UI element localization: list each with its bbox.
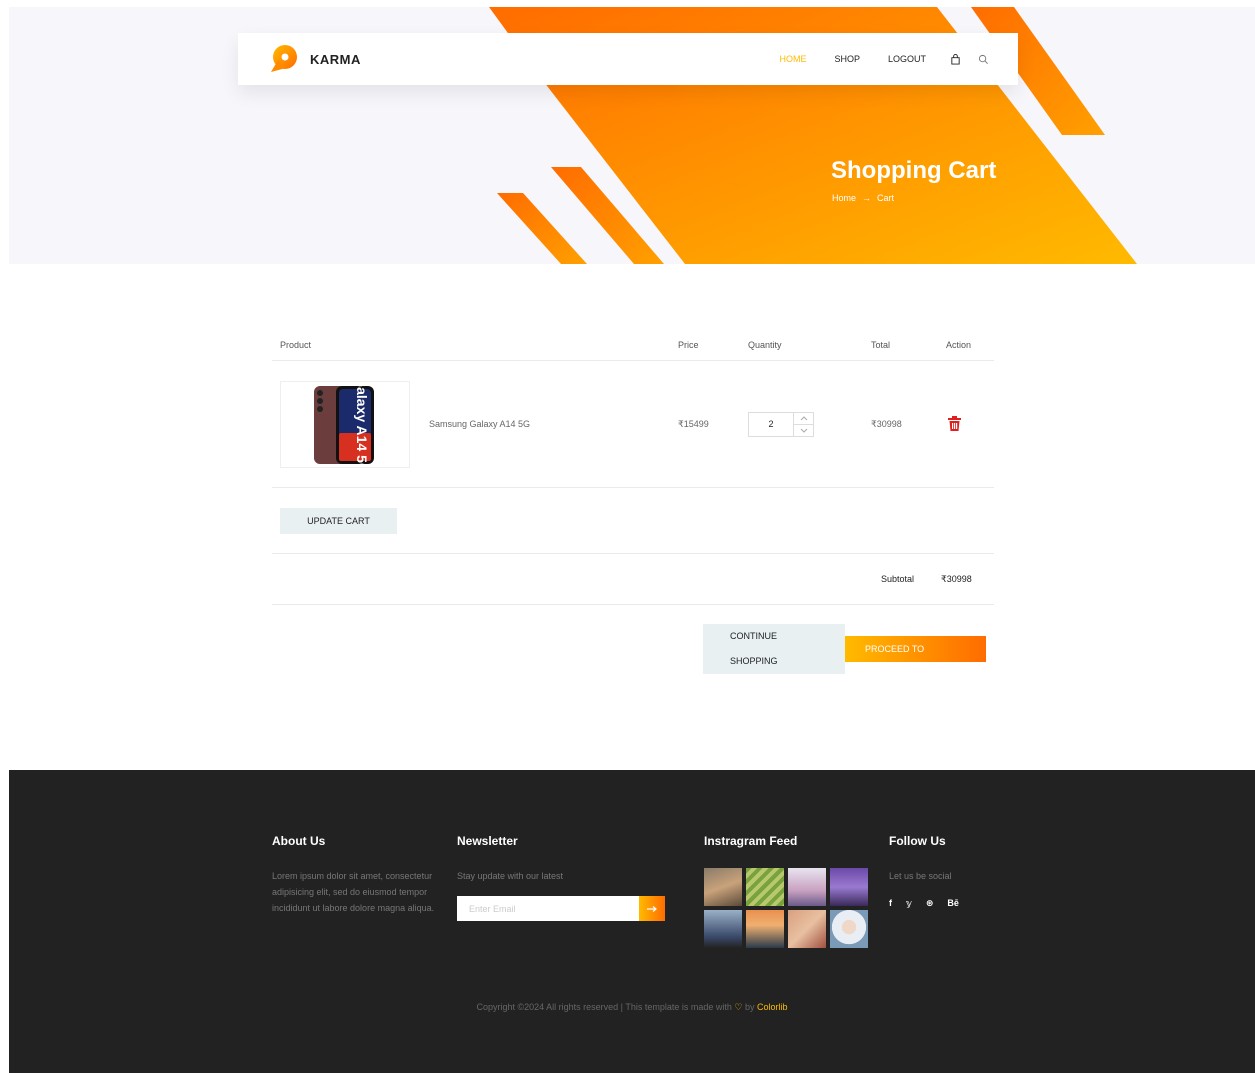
- trash-icon[interactable]: [948, 415, 961, 433]
- instagram-photo[interactable]: [704, 910, 742, 948]
- nav-icons: [948, 52, 990, 66]
- heart-icon: ♡: [734, 1002, 743, 1012]
- search-icon[interactable]: [976, 52, 990, 66]
- newsletter-text: Stay update with our latest: [457, 871, 564, 881]
- nav-logout[interactable]: LOGOUT: [888, 54, 926, 64]
- follow-title: Follow Us: [889, 834, 946, 848]
- instagram-title: Instragram Feed: [704, 834, 798, 848]
- instagram-photo[interactable]: [830, 868, 868, 906]
- brand-name: KARMA: [310, 51, 361, 67]
- behance-icon[interactable]: Bē: [947, 898, 959, 909]
- twitter-icon[interactable]: 𝕪: [906, 898, 912, 909]
- checkout-actions: CONTINUE SHOPPING PROCEED TO: [703, 624, 986, 674]
- product-name[interactable]: Samsung Galaxy A14 5G: [429, 419, 530, 429]
- footer-about: About Us Lorem ipsum dolor sit amet, con…: [272, 834, 442, 916]
- chevron-up-icon[interactable]: [794, 413, 813, 425]
- arrow-right-icon: [647, 905, 657, 912]
- update-cart-button[interactable]: UPDATE CART: [280, 507, 397, 534]
- dribbble-icon[interactable]: ⊛: [926, 898, 934, 909]
- footer-follow: Follow Us Let us be social f 𝕪 ⊛ Bē: [889, 834, 1029, 909]
- main-nav: HOME SHOP LOGOUT: [779, 52, 990, 66]
- continue-shopping-button[interactable]: CONTINUE SHOPPING: [703, 624, 845, 674]
- subscribe-button[interactable]: [639, 896, 665, 921]
- subtotal-row: Subtotal ₹30998: [272, 554, 994, 605]
- product-price: ₹15499: [678, 418, 709, 429]
- column-action: Action: [946, 340, 972, 350]
- column-total: Total: [871, 340, 891, 350]
- quantity-arrows: [793, 412, 813, 436]
- breadcrumb-home[interactable]: Home: [832, 193, 856, 203]
- copyright: Copyright ©2024 All rights reserved | Th…: [9, 1002, 1255, 1013]
- copyright-text: Copyright ©2024 All rights reserved | Th…: [476, 1002, 732, 1012]
- cart-table: Product Price Quantity Total Action Gala…: [272, 330, 994, 605]
- colorlib-link[interactable]: Colorlib: [757, 1002, 788, 1012]
- proceed-checkout-button[interactable]: PROCEED TO: [845, 636, 986, 662]
- subtotal-value: ₹30998: [941, 573, 972, 584]
- product-cell: Galaxy A14 5G Samsung Galaxy A14 5G: [272, 380, 678, 468]
- breadcrumb-cart[interactable]: Cart: [877, 193, 894, 203]
- copyright-by: by: [744, 1002, 755, 1012]
- instagram-photo[interactable]: [704, 868, 742, 906]
- about-title: About Us: [272, 834, 326, 848]
- nav-shop[interactable]: SHOP: [834, 54, 860, 64]
- quantity-stepper[interactable]: 2: [748, 411, 814, 437]
- instagram-photo[interactable]: [746, 868, 784, 906]
- quantity-value[interactable]: 2: [749, 419, 793, 429]
- email-field[interactable]: [457, 896, 639, 921]
- column-price: Price: [678, 340, 699, 350]
- newsletter-form: [457, 896, 667, 921]
- social-links: f 𝕪 ⊛ Bē: [889, 898, 1029, 909]
- instagram-grid: [704, 868, 874, 948]
- quantity-cell: 2: [748, 411, 871, 437]
- cart-header-row: Product Price Quantity Total Action: [272, 330, 994, 361]
- shopping-bag-icon[interactable]: [948, 52, 962, 66]
- logo-icon: [271, 45, 297, 72]
- facebook-icon[interactable]: f: [889, 898, 892, 909]
- continue-line2: SHOPPING: [730, 656, 778, 666]
- update-row: UPDATE CART: [272, 488, 994, 554]
- action-cell: [946, 415, 994, 433]
- arrow-right-icon: →: [862, 193, 872, 203]
- instagram-photo[interactable]: [746, 910, 784, 948]
- column-product: Product: [280, 340, 312, 350]
- footer-newsletter: Newsletter Stay update with our latest: [457, 834, 667, 921]
- site-footer: About Us Lorem ipsum dolor sit amet, con…: [9, 770, 1255, 1073]
- page-title: Shopping Cart: [831, 157, 997, 184]
- column-quantity: Quantity: [748, 340, 782, 350]
- breadcrumb: Home → Cart: [832, 193, 894, 203]
- table-row: Galaxy A14 5G Samsung Galaxy A14 5G ₹154…: [272, 361, 994, 488]
- instagram-photo[interactable]: [788, 868, 826, 906]
- chevron-down-icon[interactable]: [794, 425, 813, 436]
- subtotal-label: Subtotal: [881, 574, 915, 584]
- nav-home[interactable]: HOME: [779, 54, 806, 64]
- instagram-photo[interactable]: [830, 910, 868, 948]
- about-text: Lorem ipsum dolor sit amet, consectetur …: [272, 871, 435, 913]
- logo[interactable]: KARMA: [266, 42, 361, 76]
- instagram-photo[interactable]: [788, 910, 826, 948]
- product-total: ₹30998: [871, 418, 902, 429]
- footer-instagram: Instragram Feed: [704, 834, 874, 948]
- phone-image-text: Galaxy A14 5G: [354, 383, 370, 465]
- follow-text: Let us be social: [889, 871, 952, 881]
- newsletter-title: Newsletter: [457, 834, 518, 848]
- product-image[interactable]: Galaxy A14 5G: [280, 380, 410, 468]
- site-header: KARMA HOME SHOP LOGOUT: [238, 33, 1018, 85]
- phone-image: Galaxy A14 5G: [314, 383, 374, 465]
- continue-line1: CONTINUE: [730, 631, 777, 641]
